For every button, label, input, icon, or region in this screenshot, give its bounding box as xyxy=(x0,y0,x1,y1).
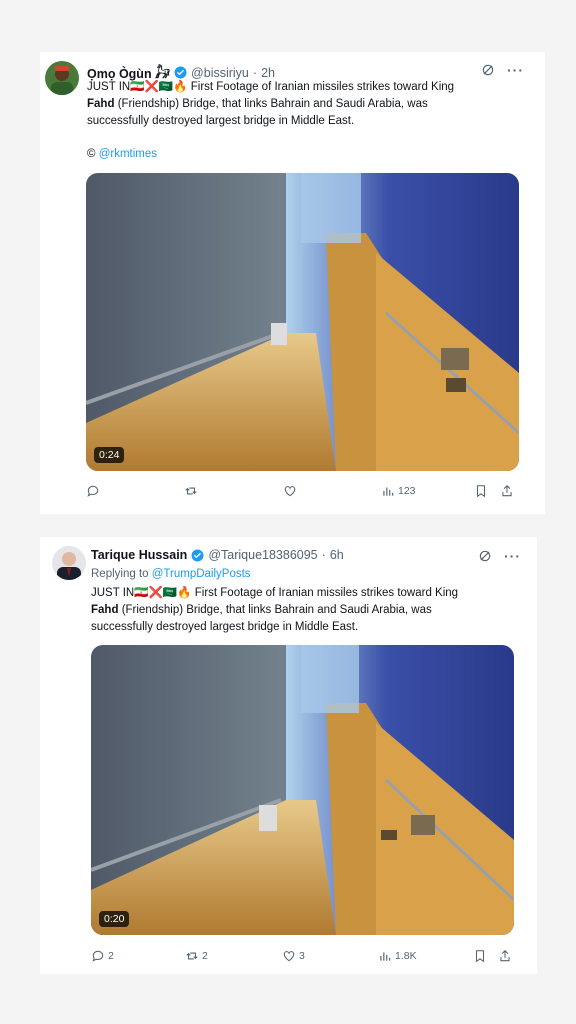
bookmark-icon xyxy=(476,485,486,498)
like-count: 3 xyxy=(299,950,305,962)
bookmark-button[interactable] xyxy=(473,949,487,963)
retweet-icon xyxy=(185,487,197,495)
views-button[interactable]: 1.8K xyxy=(378,949,417,963)
video-player[interactable]: 0:24 xyxy=(86,173,519,471)
like-button[interactable] xyxy=(283,484,300,498)
tweet-card[interactable]: Ọmọ Ògùn 𓃗 @bissiriyu · 2h ··· JUST IN🇮🇷… xyxy=(40,52,545,514)
bookmark-button[interactable] xyxy=(474,484,488,498)
separator-dot: · xyxy=(321,548,326,562)
credit-handle-link[interactable]: @rkmtimes xyxy=(99,148,157,160)
text-line1: First Footage of Iranian missiles strike… xyxy=(190,81,455,93)
retweet-button[interactable] xyxy=(184,484,201,498)
text-bold: Fahd xyxy=(91,604,119,616)
more-icon[interactable]: ··· xyxy=(504,548,521,564)
reply-icon xyxy=(92,950,104,962)
timestamp[interactable]: 2h xyxy=(261,66,275,80)
heart-icon xyxy=(283,951,295,962)
credit-line: © @rkmtimes xyxy=(87,148,157,160)
retweet-button[interactable]: 2 xyxy=(185,949,208,963)
replying-to-handle-link[interactable]: @TrumpDailyPosts xyxy=(152,568,251,580)
avatar[interactable] xyxy=(45,61,79,95)
share-icon xyxy=(500,950,510,962)
emoji-sequence: 🇮🇷❌🇸🇦🔥 xyxy=(134,587,192,599)
verified-badge-icon xyxy=(174,66,187,79)
display-name[interactable]: Tarique Hussain xyxy=(91,548,187,562)
reply-icon xyxy=(87,485,99,497)
tweet-text: JUST IN🇮🇷❌🇸🇦🔥 First Footage of Iranian m… xyxy=(87,79,537,130)
heart-icon xyxy=(284,486,296,497)
text-prefix: JUST IN xyxy=(87,81,131,93)
text-line2: (Friendship) Bridge, that links Bahrain … xyxy=(121,604,432,616)
share-icon xyxy=(502,485,512,497)
video-thumbnail xyxy=(86,173,519,471)
reply-button[interactable] xyxy=(86,484,103,498)
video-player[interactable]: 0:20 xyxy=(91,645,514,935)
grok-icon[interactable] xyxy=(481,63,495,77)
copyright-symbol: © xyxy=(87,148,96,160)
grok-icon[interactable] xyxy=(478,549,492,563)
text-line3: successfully destroyed largest bridge in… xyxy=(91,621,359,633)
retweet-count: 2 xyxy=(202,950,208,962)
more-icon[interactable]: ··· xyxy=(507,62,524,78)
view-count: 123 xyxy=(398,485,416,497)
separator-dot: · xyxy=(252,65,258,80)
text-line1: First Footage of Iranian missiles strike… xyxy=(194,587,459,599)
reply-button[interactable]: 2 xyxy=(91,949,114,963)
text-line2: (Friendship) Bridge, that links Bahrain … xyxy=(117,98,428,110)
views-button[interactable]: 123 xyxy=(381,484,416,498)
tweet-text: JUST IN🇮🇷❌🇸🇦🔥 First Footage of Iranian m… xyxy=(91,585,531,636)
share-button[interactable] xyxy=(500,484,514,498)
user-handle[interactable]: @Tarique18386095 xyxy=(208,548,317,562)
view-count: 1.8K xyxy=(395,950,417,962)
views-chart-icon xyxy=(380,952,391,961)
like-button[interactable]: 3 xyxy=(282,949,305,963)
text-prefix: JUST IN xyxy=(91,587,135,599)
video-duration: 0:20 xyxy=(99,911,130,927)
replying-to-label: Replying to xyxy=(91,568,149,580)
verified-badge-icon xyxy=(191,549,204,561)
tweet-card[interactable]: Tarique Hussain @Tarique18386095 · 6h ··… xyxy=(40,537,537,974)
replying-to: Replying to @TrumpDailyPosts xyxy=(91,568,251,580)
retweet-icon xyxy=(186,952,198,960)
views-chart-icon xyxy=(383,487,394,496)
video-duration: 0:24 xyxy=(94,447,125,463)
avatar[interactable] xyxy=(52,546,86,580)
reply-count: 2 xyxy=(108,950,114,962)
share-button[interactable] xyxy=(498,949,512,963)
user-handle[interactable]: @bissiriyu xyxy=(191,66,249,80)
video-thumbnail xyxy=(91,645,514,935)
timestamp[interactable]: 6h xyxy=(330,548,344,562)
text-bold: Fahd xyxy=(87,98,115,110)
bookmark-icon xyxy=(475,950,485,963)
emoji-sequence: 🇮🇷❌🇸🇦🔥 xyxy=(130,81,188,93)
text-line3: successfully destroyed largest bridge in… xyxy=(87,115,355,127)
